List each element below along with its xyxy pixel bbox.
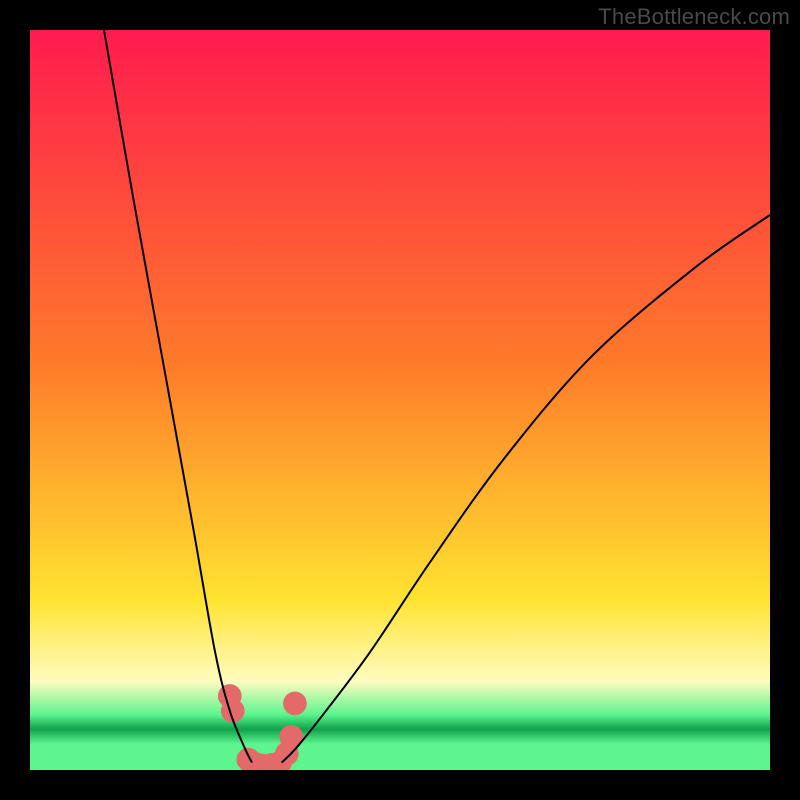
chart-frame: TheBottleneck.com <box>0 0 800 800</box>
marker-dot <box>283 692 307 716</box>
attribution-label: TheBottleneck.com <box>598 4 790 30</box>
plot-area <box>30 30 770 770</box>
chart-svg <box>30 30 770 770</box>
gradient-background <box>30 30 770 770</box>
